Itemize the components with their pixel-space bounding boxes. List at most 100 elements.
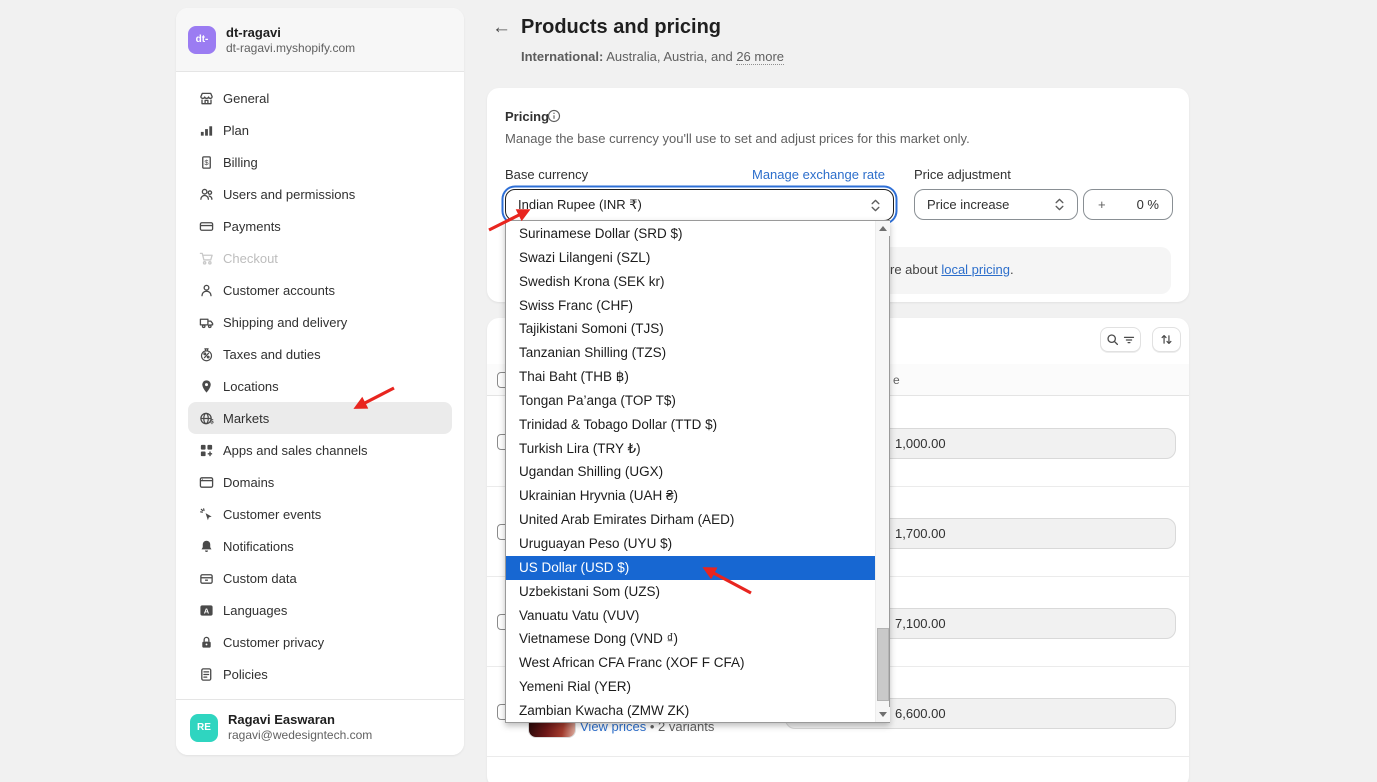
currency-option-selected[interactable]: US Dollar (USD $) [506,556,875,580]
sidebar-item-users-permissions[interactable]: Users and permissions [188,178,452,210]
settings-sidebar: dt- dt-ragavi dt-ragavi.myshopify.com Ge… [176,8,464,755]
info-icon[interactable] [547,109,561,128]
globe-dollar-icon: $ [198,410,214,426]
currency-options: Surinamese Dollar (SRD $) Swazi Lilangen… [506,222,875,723]
sort-button[interactable] [1152,327,1181,352]
sidebar-item-locations[interactable]: Locations [188,370,452,402]
sidebar-item-domains[interactable]: Domains [188,466,452,498]
scroll-up-button[interactable] [876,221,890,236]
currency-option[interactable]: Swazi Lilangeni (SZL) [506,246,875,270]
sidebar-item-label: Languages [223,603,287,618]
sidebar-item-label: Customer events [223,507,321,522]
sidebar-item-customer-privacy[interactable]: Customer privacy [188,626,452,658]
currency-option[interactable]: Vietnamese Dong (VND ₫) [506,627,875,651]
currency-option[interactable]: Yemeni Rial (YER) [506,675,875,699]
sidebar-item-general[interactable]: General [188,82,452,114]
sidebar-item-checkout: Checkout [188,242,452,274]
triangle-down-icon [879,712,887,717]
sidebar-item-custom-data[interactable]: Custom data [188,562,452,594]
sidebar-item-languages[interactable]: A Languages [188,594,452,626]
user-avatar: RE [190,714,218,742]
currency-option[interactable]: Swiss Franc (CHF) [506,294,875,318]
svg-text:$: $ [204,157,209,166]
currency-option[interactable]: Vanuatu Vatu (VUV) [506,604,875,628]
sidebar-item-label: Billing [223,155,258,170]
svg-text:A: A [203,606,209,615]
sidebar-item-label: Taxes and duties [223,347,321,362]
sidebar-item-apps-sales-channels[interactable]: Apps and sales channels [188,434,452,466]
translate-icon: A [198,602,214,618]
bell-icon [198,538,214,554]
adjustment-value: 0 % [1137,197,1159,212]
sidebar-item-label: General [223,91,269,106]
currency-option[interactable]: United Arab Emirates Dirham (AED) [506,508,875,532]
user-footer: RE Ragavi Easwaran ragavi@wedesigntech.c… [176,699,464,755]
price-adjustment-type-select[interactable]: Price increase [914,189,1078,220]
currency-option[interactable]: Zambian Kwacha (ZMW ZK) [506,699,875,723]
sidebar-item-label: Custom data [223,571,297,586]
price-adjustment-value-input[interactable]: + 0 % [1083,189,1173,220]
sidebar-item-label: Policies [223,667,268,682]
sidebar-item-markets[interactable]: $ Markets [188,402,452,434]
base-currency-select[interactable]: Indian Rupee (INR ₹) [505,189,894,221]
chevron-updown-icon [870,198,881,213]
pin-icon [198,378,214,394]
currency-option[interactable]: Trinidad & Tobago Dollar (TTD $) [506,413,875,437]
sidebar-item-customer-accounts[interactable]: Customer accounts [188,274,452,306]
currency-option[interactable]: Tongan Pa’anga (TOP T$) [506,389,875,413]
currency-option[interactable]: Turkish Lira (TRY ₺) [506,437,875,461]
store-header: dt- dt-ragavi dt-ragavi.myshopify.com [176,8,464,72]
currency-option[interactable]: Uruguayan Peso (UYU $) [506,532,875,556]
sidebar-item-payments[interactable]: Payments [188,210,452,242]
currency-option[interactable]: Ukrainian Hryvnia (UAH ₴) [506,484,875,508]
scrollbar-thumb[interactable] [877,628,889,701]
currency-dropdown-list: Surinamese Dollar (SRD $) Swazi Lilangen… [505,220,890,723]
plan-icon [198,122,214,138]
chevron-updown-icon [1054,197,1065,212]
sidebar-item-taxes-duties[interactable]: Taxes and duties [188,338,452,370]
sidebar-item-notifications[interactable]: Notifications [188,530,452,562]
currency-option[interactable]: Surinamese Dollar (SRD $) [506,222,875,246]
manage-exchange-rate-link[interactable]: Manage exchange rate [752,167,885,182]
back-button[interactable]: ← [492,17,511,39]
sidebar-item-policies[interactable]: Policies [188,658,452,690]
taxes-icon [198,346,214,362]
cursor-click-icon [198,506,214,522]
sidebar-item-label: Users and permissions [223,187,355,202]
user-name: Ragavi Easwaran [228,712,372,728]
sidebar-item-plan[interactable]: Plan [188,114,452,146]
scroll-down-button[interactable] [876,707,890,722]
dropdown-scrollbar[interactable] [875,221,889,722]
base-currency-label: Base currency [505,167,588,182]
currency-option[interactable]: Swedish Krona (SEK kr) [506,270,875,294]
sidebar-item-customer-events[interactable]: Customer events [188,498,452,530]
checkout-cart-icon [198,250,214,266]
search-filter-button[interactable] [1100,327,1141,352]
currency-option[interactable]: Ugandan Shilling (UGX) [506,460,875,484]
sidebar-item-label: Plan [223,123,249,138]
sidebar-item-billing[interactable]: $ Billing [188,146,452,178]
page-subtitle: International: Australia, Austria, and 2… [521,49,784,64]
sidebar-item-shipping-delivery[interactable]: Shipping and delivery [188,306,452,338]
store-avatar: dt- [188,26,216,54]
page-title: Products and pricing [521,16,721,39]
currency-option[interactable]: Tajikistani Somoni (TJS) [506,317,875,341]
sort-icon [1160,333,1173,346]
lock-icon [198,634,214,650]
market-countries: Australia, Austria, and [603,49,736,64]
sidebar-item-label: Notifications [223,539,294,554]
billing-icon: $ [198,154,214,170]
sidebar-item-label: Checkout [223,251,278,266]
users-icon [198,186,214,202]
sidebar-item-label: Customer privacy [223,635,324,650]
local-pricing-link[interactable]: local pricing [941,262,1010,277]
more-countries-link[interactable]: 26 more [736,49,784,65]
currency-option[interactable]: West African CFA Franc (XOF F CFA) [506,651,875,675]
currency-option[interactable]: Uzbekistani Som (UZS) [506,580,875,604]
sidebar-item-label: Domains [223,475,274,490]
adjustment-sign: + [1098,197,1106,212]
currency-option[interactable]: Thai Baht (THB ฿) [506,365,875,389]
currency-option[interactable]: Tanzanian Shilling (TZS) [506,341,875,365]
settings-window: dt- dt-ragavi dt-ragavi.myshopify.com Ge… [0,0,1377,782]
banner-fragment: re about [890,262,941,277]
